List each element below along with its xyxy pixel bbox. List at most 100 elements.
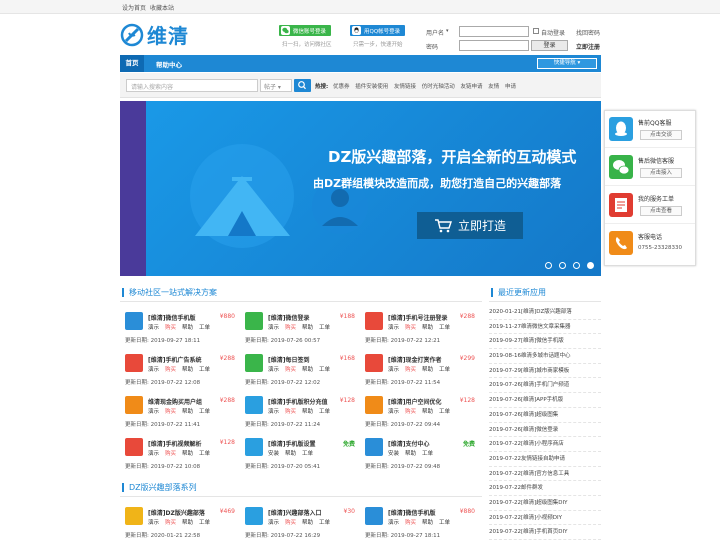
product-action-link[interactable]: 工单 <box>302 451 313 457</box>
product-action-link[interactable]: 购买 <box>405 367 416 373</box>
nav-help[interactable]: 帮助中心 <box>156 59 182 69</box>
product-action-link[interactable]: 演示 <box>388 325 399 331</box>
login-button[interactable]: 登录 <box>531 40 568 51</box>
product-action-link[interactable]: 帮助 <box>302 409 313 415</box>
product-action-link[interactable]: 工单 <box>319 409 330 415</box>
product-card[interactable]: [维清]手机号注册登录 ¥288 演示 购买 帮助 工单 更新日期: 2019-07-22 … <box>361 308 479 350</box>
aftersale-wechat-connect-button[interactable]: 点击接入 <box>640 168 682 178</box>
product-action-link[interactable]: 帮助 <box>422 409 433 415</box>
aftersale-wechat-service[interactable]: 售后微信客服 点击接入 <box>605 149 695 186</box>
product-action-link[interactable]: 购买 <box>405 520 416 526</box>
product-action-link[interactable]: 工单 <box>319 367 330 373</box>
hot-search-item[interactable]: 友情 <box>488 84 499 90</box>
product-card[interactable]: [维清]用户空间优化 ¥128 演示 购买 帮助 工单 更新日期: 2019-07-22 0… <box>361 392 479 434</box>
register-link[interactable]: 立即注册 <box>576 42 600 51</box>
product-action-link[interactable]: 购买 <box>285 409 296 415</box>
product-action-link[interactable]: 帮助 <box>182 409 193 415</box>
product-name[interactable]: [维清]微信手机版 <box>388 508 436 517</box>
qq-login-button[interactable]: 用QQ帐号登录 <box>350 25 406 36</box>
product-card[interactable]: [维清]兴趣部落入口 ¥30 演示 购买 帮助 工单 更新日期: 2019-07-22 16… <box>241 503 359 540</box>
product-action-link[interactable]: 帮助 <box>422 325 433 331</box>
carousel-dot-4[interactable] <box>587 262 594 269</box>
product-action-link[interactable]: 帮助 <box>302 367 313 373</box>
latest-app-item[interactable]: 2019-07-22[维清]小视频DIY <box>489 511 601 526</box>
service-ticket-view-button[interactable]: 点击查看 <box>640 206 682 216</box>
product-card[interactable]: [维清]手机广告系统 ¥288 演示 购买 帮助 工单 更新日期: 2019-07-22 1… <box>121 350 239 392</box>
product-action-link[interactable]: 演示 <box>388 520 399 526</box>
product-card[interactable]: [维清]每日签到 ¥168 演示 购买 帮助 工单 更新日期: 2019-07-22 12:… <box>241 350 359 392</box>
latest-app-item[interactable]: 2019-07-22邮件群发 <box>489 481 601 496</box>
product-action-link[interactable]: 帮助 <box>182 520 193 526</box>
set-home-link[interactable]: 设为首页 <box>122 3 146 12</box>
latest-app-item[interactable]: 2019-07-22[维清]手机首页DIY <box>489 525 601 540</box>
latest-app-item[interactable]: 2019-07-26[维清]手机门户频道 <box>489 378 601 394</box>
product-action-link[interactable]: 帮助 <box>302 520 313 526</box>
latest-app-item[interactable]: 2019-07-22[维清]小程序商店 <box>489 437 601 452</box>
service-ticket[interactable]: 我的服务工单 点击查看 <box>605 187 695 224</box>
auto-login-checkbox[interactable] <box>533 28 539 34</box>
username-input[interactable] <box>459 26 529 37</box>
product-action-link[interactable]: 演示 <box>148 409 159 415</box>
hot-search-item[interactable]: 优惠券 <box>333 84 350 90</box>
product-action-link[interactable]: 帮助 <box>405 451 416 457</box>
product-card[interactable]: [维清]微信手机版 ¥880 演示 购买 帮助 工单 更新日期: 2019-09-27 18… <box>361 503 479 540</box>
product-action-link[interactable]: 购买 <box>285 367 296 373</box>
hot-search-item[interactable]: 友链申请 <box>461 84 483 90</box>
product-name[interactable]: [维清]支付中心 <box>388 439 430 448</box>
product-action-link[interactable]: 购买 <box>165 520 176 526</box>
banner-create-button[interactable]: 立即打造 <box>417 212 523 239</box>
product-action-link[interactable]: 购买 <box>405 325 416 331</box>
product-name[interactable]: [维清]微信登录 <box>268 313 310 322</box>
product-action-link[interactable]: 安装 <box>268 451 279 457</box>
product-card[interactable]: [维清]现金打赏作者 ¥299 演示 购买 帮助 工单 更新日期: 2019-07-22 1… <box>361 350 479 392</box>
product-action-link[interactable]: 演示 <box>388 409 399 415</box>
search-type-select[interactable]: 帖子 ▾ <box>260 79 292 92</box>
product-name[interactable]: [维清]手机号注册登录 <box>388 313 448 322</box>
product-action-link[interactable]: 工单 <box>439 409 450 415</box>
product-action-link[interactable]: 工单 <box>199 325 210 331</box>
product-name[interactable]: [维清]DZ版兴趣部落 <box>148 508 205 517</box>
product-action-link[interactable]: 帮助 <box>422 520 433 526</box>
latest-app-item[interactable]: 2019-08-16维清多城市话题中心 <box>489 349 601 364</box>
product-action-link[interactable]: 购买 <box>285 325 296 331</box>
product-action-link[interactable]: 演示 <box>148 520 159 526</box>
product-name[interactable]: [维清]手机广告系统 <box>148 355 202 364</box>
product-action-link[interactable]: 工单 <box>319 325 330 331</box>
product-action-link[interactable]: 购买 <box>165 451 176 457</box>
product-action-link[interactable]: 演示 <box>268 325 279 331</box>
product-action-link[interactable]: 帮助 <box>182 367 193 373</box>
presale-qq-chat-button[interactable]: 点击交谈 <box>640 130 682 140</box>
product-action-link[interactable]: 工单 <box>319 520 330 526</box>
product-name[interactable]: [维清]每日签到 <box>268 355 310 364</box>
product-action-link[interactable]: 演示 <box>268 520 279 526</box>
product-name[interactable]: [维清]兴趣部落入口 <box>268 508 322 517</box>
product-name[interactable]: [维清]用户空间优化 <box>388 397 442 406</box>
product-action-link[interactable]: 帮助 <box>285 451 296 457</box>
nav-home[interactable]: 首页 <box>120 55 144 72</box>
latest-app-item[interactable]: 2020-01-21[维清]DZ版兴趣部落 <box>489 305 601 320</box>
product-action-link[interactable]: 购买 <box>165 325 176 331</box>
product-action-link[interactable]: 购买 <box>405 409 416 415</box>
bookmark-link[interactable]: 收藏本站 <box>150 3 174 12</box>
product-action-link[interactable]: 安装 <box>388 451 399 457</box>
latest-app-item[interactable]: 2019-11-27维清微信文章采集器 <box>489 320 601 335</box>
presale-qq-service[interactable]: 售前QQ客服 点击交谈 <box>605 111 695 148</box>
product-name[interactable]: [维清]手机视频解析 <box>148 439 202 448</box>
product-action-link[interactable]: 购买 <box>165 367 176 373</box>
hot-search-item[interactable]: 插件安装使用 <box>355 84 388 90</box>
hot-search-item[interactable]: 友情链接 <box>394 84 416 90</box>
product-action-link[interactable]: 演示 <box>148 451 159 457</box>
password-input[interactable] <box>459 40 529 51</box>
site-logo[interactable]: 维清 <box>120 20 189 49</box>
product-card[interactable]: [维清]微信登录 ¥188 演示 购买 帮助 工单 更新日期: 2019-07-26 00:… <box>241 308 359 350</box>
product-card[interactable]: [维清]微信手机版 ¥880 演示 购买 帮助 工单 更新日期: 2019-09-27 18… <box>121 308 239 350</box>
product-action-link[interactable]: 帮助 <box>302 325 313 331</box>
latest-app-item[interactable]: 2019-09-27[维清]微信手机版 <box>489 334 601 350</box>
carousel-dot-1[interactable] <box>545 262 552 269</box>
username-type-select[interactable]: ▾ <box>446 28 449 34</box>
quick-nav-dropdown[interactable]: 快捷导航 ▾ <box>537 58 597 69</box>
product-action-link[interactable]: 帮助 <box>182 325 193 331</box>
product-name[interactable]: [维清]手机版设置 <box>268 439 316 448</box>
latest-app-item[interactable]: 2019-07-26[维清]APP手机版 <box>489 393 601 408</box>
carousel-dot-2[interactable] <box>559 262 566 269</box>
